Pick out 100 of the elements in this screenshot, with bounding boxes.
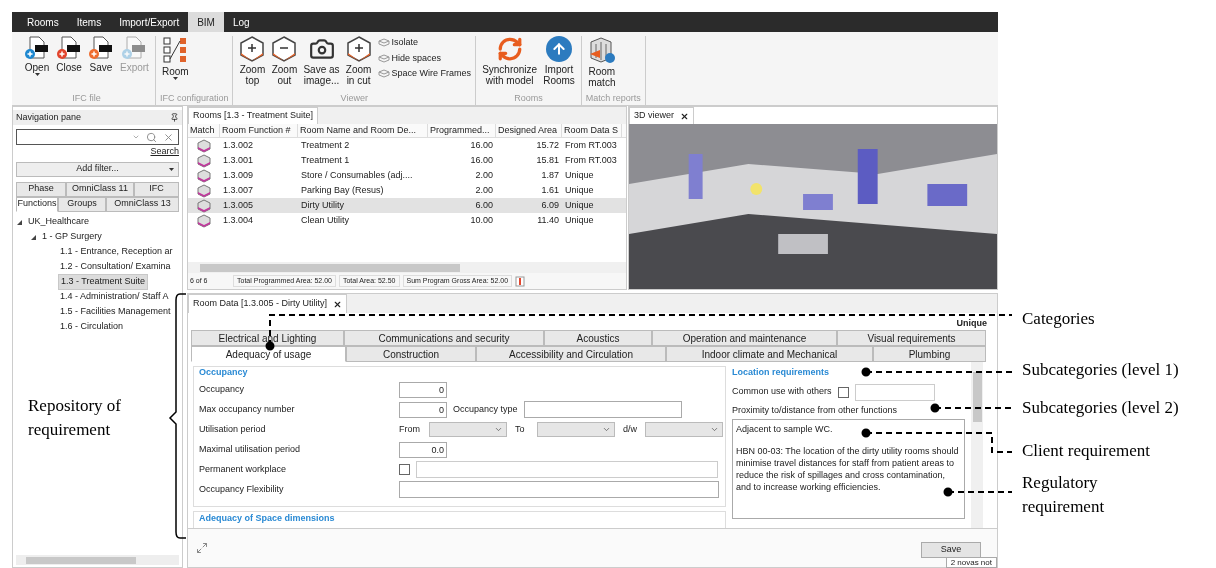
category-tab[interactable]: Accessibility and Circulation — [476, 346, 666, 362]
text-field[interactable] — [399, 481, 719, 498]
ribbon-button[interactable]: Zoom in cut — [343, 36, 374, 92]
table-cell-text: 1.3.002 — [222, 138, 255, 152]
ribbon-button[interactable]: Zoom top — [237, 36, 268, 92]
ribbon-small-button[interactable]: Hide spaces — [377, 51, 472, 65]
column-header[interactable]: Room Data S — [562, 124, 622, 137]
table-cell-text: Store / Consumables (adj.... — [300, 168, 414, 182]
pin-icon[interactable] — [170, 113, 179, 122]
ribbon-button[interactable]: Room match — [585, 36, 618, 92]
column-header[interactable]: Room Name and Room De... — [298, 124, 428, 137]
search-icon[interactable] — [146, 131, 157, 143]
category-tab[interactable]: Communications and security — [344, 330, 544, 346]
category-tab[interactable]: Electrical and Lighting — [191, 330, 344, 346]
ribbon-button[interactable]: Zoom out — [269, 36, 300, 92]
table-row[interactable]: 1.3.002 Treatment 2 16.00 15.72 From RT.003 — [188, 138, 626, 153]
annotation-label: Categories — [1022, 309, 1096, 329]
tree-item[interactable]: 1.1 - Entrance, Reception ar — [58, 245, 175, 259]
text-field[interactable] — [854, 383, 935, 401]
column-header[interactable]: Room Function # — [220, 124, 298, 137]
category-tab[interactable]: Construction — [346, 346, 476, 362]
dropdown-field[interactable] — [537, 422, 615, 437]
ribbon-button[interactable]: Save as image... — [301, 36, 342, 92]
category-tab[interactable]: Operation and maintenance — [652, 330, 837, 346]
category-tab[interactable]: Adequacy of usage — [191, 346, 346, 362]
number-field[interactable]: 0 — [399, 381, 447, 398]
app-tab[interactable]: Items — [67, 12, 111, 32]
search-link[interactable]: Search — [150, 145, 179, 159]
checkbox[interactable] — [837, 386, 849, 398]
document-tab[interactable]: Rooms [1.3 - Treatment Suite] — [188, 107, 319, 124]
chart-icon[interactable] — [515, 275, 526, 287]
category-tab[interactable]: Visual requirements — [837, 330, 986, 346]
source-label: Unique — [956, 316, 987, 330]
number-field[interactable]: 0 — [399, 401, 447, 418]
clear-icon[interactable] — [163, 131, 174, 143]
cube-icon — [197, 153, 211, 168]
document-icon — [88, 36, 114, 60]
search-field[interactable] — [16, 129, 179, 145]
horizontal-scrollbar[interactable] — [16, 555, 179, 565]
app-tab[interactable]: Rooms — [18, 12, 68, 32]
dropdown-field[interactable] — [645, 422, 723, 437]
checkbox[interactable] — [399, 464, 410, 475]
ribbon-button[interactable]: Save — [86, 36, 116, 92]
text-area[interactable]: Adjacent to sample WC. HBN 00-03: The location of the dirty utility rooms should minimise travel distances for staff from patient areas to reduce the risk of spillages and cross contamination, and to increase working efficiencies. — [732, 419, 965, 519]
column-header[interactable]: Match — [188, 124, 220, 137]
text-field[interactable] — [523, 401, 682, 418]
vertical-scrollbar[interactable] — [971, 362, 983, 528]
caret-icon — [602, 425, 611, 434]
column-header[interactable]: Designed Area — [496, 124, 562, 137]
section-title: Location requirements — [732, 366, 830, 379]
field-label: To — [515, 422, 526, 436]
close-icon[interactable] — [333, 299, 343, 309]
app-tab[interactable]: BIM — [188, 12, 224, 32]
category-tab[interactable]: Acoustics — [544, 330, 652, 346]
caret-icon — [169, 167, 174, 171]
ribbon-button[interactable]: Import Rooms — [541, 36, 577, 92]
save-button[interactable]: Save — [921, 542, 981, 558]
ribbon-button[interactable]: Open — [22, 36, 52, 92]
table-row[interactable]: 1.3.007 Parking Bay (Resus) 2.00 1.61 Unique — [188, 183, 626, 198]
zoom-in-icon — [239, 36, 266, 62]
ribbon-button[interactable]: Synchronize with model — [480, 36, 540, 92]
number-field[interactable]: 0.0 — [399, 441, 447, 458]
field-label: Permanent workplace — [199, 462, 288, 476]
close-icon[interactable] — [680, 111, 689, 121]
document-tab[interactable]: Room Data [1.3.005 - Dirty Utility] — [188, 294, 348, 313]
dropdown-field[interactable] — [429, 422, 507, 437]
table-row[interactable]: 1.3.005 Dirty Utility 6.00 6.09 Unique — [188, 198, 626, 213]
table-row[interactable]: 1.3.009 Store / Consumables (adj.... 2.00 1.87 Unique — [188, 168, 626, 183]
nav-tab[interactable]: Phase — [16, 181, 66, 197]
table-row[interactable]: 1.3.001 Treatment 1 16.00 15.81 From RT.003 — [188, 153, 626, 168]
filter-dropdown[interactable]: Add filter... — [16, 161, 179, 177]
tree-item[interactable]: UK_Healthcare — [26, 215, 92, 229]
cube-icon — [197, 138, 211, 153]
tree-item[interactable]: 1.5 - Facilities Management — [58, 305, 173, 319]
ribbon-small-button[interactable]: Isolate — [377, 36, 472, 50]
category-tab[interactable]: Plumbing — [873, 346, 986, 362]
text-field[interactable] — [416, 461, 718, 478]
ribbon-button[interactable]: Close — [54, 36, 84, 92]
tree-item[interactable]: 1.6 - Circulation — [58, 320, 126, 334]
app-tab[interactable]: Import/Export — [110, 12, 189, 32]
notification-popup: 2 novas not — [945, 557, 997, 568]
table-cell-text: Unique — [564, 168, 595, 182]
ribbon-button[interactable]: Room — [159, 36, 191, 92]
category-tab[interactable]: Indoor climate and Mechanical — [666, 346, 873, 362]
ribbon-small-button[interactable]: Space Wire Frames — [377, 67, 472, 81]
tree-item[interactable]: 1.2 - Consultation/ Examina — [58, 260, 173, 274]
table-cell-text: 11.40 — [536, 213, 560, 227]
ribbon-group-label: Match reports — [585, 91, 641, 105]
table-row[interactable]: 1.3.004 Clean Utility 10.00 11.40 Unique — [188, 213, 626, 228]
horizontal-scrollbar[interactable] — [188, 262, 626, 273]
tree-item[interactable]: 1.3 - Treatment Suite — [58, 274, 149, 290]
tree-item[interactable]: 1 - GP Surgery — [40, 230, 104, 244]
column-header[interactable]: Programmed... — [428, 124, 496, 137]
expand-icon[interactable] — [196, 542, 208, 554]
nav-tab[interactable]: OmniClass 11 — [66, 181, 134, 197]
tree-item[interactable]: 1.4 - Administration/ Staff A — [58, 290, 171, 304]
app-tab[interactable]: Log — [223, 12, 259, 32]
caret-icon[interactable] — [132, 133, 140, 141]
nav-tab[interactable]: IFC — [134, 181, 179, 197]
building-match-icon — [587, 36, 616, 64]
